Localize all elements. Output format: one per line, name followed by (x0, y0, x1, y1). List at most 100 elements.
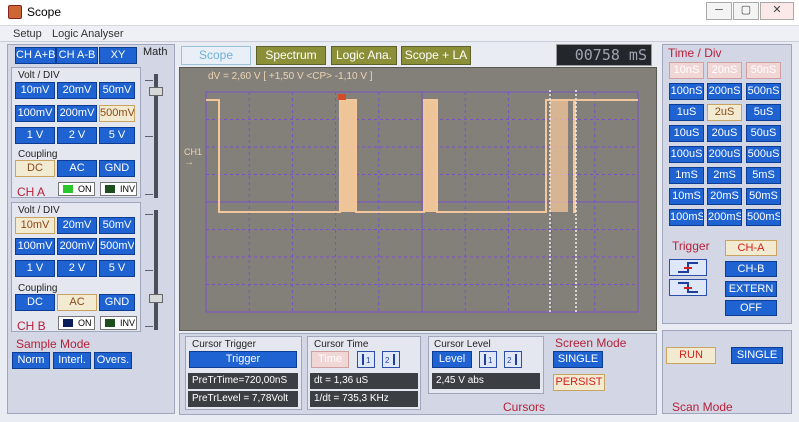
timediv-200us[interactable]: 200uS (707, 146, 742, 163)
cha-inv-toggle[interactable]: INV (100, 182, 137, 196)
sample-norm-button[interactable]: Norm (12, 352, 50, 369)
cha-volt-1v[interactable]: 1 V (15, 127, 55, 144)
screen-persist-button[interactable]: PERSIST (553, 374, 605, 391)
cha-volt-5v[interactable]: 5 V (99, 127, 135, 144)
mode-xy-button[interactable]: XY (99, 47, 137, 64)
timediv-2ms[interactable]: 2mS (707, 167, 742, 184)
close-button[interactable]: ✕ (760, 2, 794, 20)
cha-offset-knob[interactable] (149, 87, 163, 96)
sample-mode-label: Sample Mode (16, 337, 91, 351)
chb-offset-slider[interactable] (154, 210, 158, 330)
timediv-20us[interactable]: 20uS (707, 125, 742, 142)
cursor-1-icon: 1 (362, 354, 371, 365)
timediv-100us[interactable]: 100uS (669, 146, 704, 163)
maximize-button[interactable]: ▢ (733, 2, 759, 20)
tab-scope-la[interactable]: Scope + LA (401, 46, 471, 65)
scan-run-button[interactable]: RUN (666, 347, 716, 364)
timediv-50ms[interactable]: 50mS (746, 188, 781, 205)
tab-spectrum[interactable]: Spectrum (256, 46, 326, 65)
timediv-10ns[interactable]: 10nS (669, 62, 704, 79)
timediv-5ms[interactable]: 5mS (746, 167, 781, 184)
mode-cha-minus-b-button[interactable]: CH A-B (56, 47, 98, 64)
trigger-rising-edge-button[interactable] (669, 259, 707, 276)
math-label: Math (143, 46, 168, 58)
cursor-level-2-button[interactable]: 2 (504, 351, 522, 368)
timediv-100ms[interactable]: 100mS (669, 209, 704, 226)
menu-logic-analyser[interactable]: Logic Analyser (52, 28, 124, 40)
timediv-20ns[interactable]: 20nS (707, 62, 742, 79)
cha-volt-50mv[interactable]: 50mV (99, 82, 135, 99)
scope-plot[interactable] (180, 68, 656, 330)
cha-volt-200mv[interactable]: 200mV (57, 105, 97, 122)
cursor-time-2-button[interactable]: 2 (382, 351, 400, 368)
trigger-chb-button[interactable]: CH-B (725, 261, 777, 277)
screen-single-button[interactable]: SINGLE (553, 351, 603, 368)
chb-coupling-gnd[interactable]: GND (99, 294, 135, 311)
timediv-20ms[interactable]: 20mS (707, 188, 742, 205)
chb-coupling-ac[interactable]: AC (57, 294, 97, 311)
cursor-time-button[interactable]: Time (311, 351, 349, 368)
tab-logic-analyser[interactable]: Logic Ana. (331, 46, 397, 65)
cursor-time-1-button[interactable]: 1 (357, 351, 375, 368)
timediv-200ms[interactable]: 200mS (707, 209, 742, 226)
chb-coupling-dc[interactable]: DC (15, 294, 55, 311)
trigger-extern-button[interactable]: EXTERN (725, 281, 777, 297)
tab-scope[interactable]: Scope (181, 46, 251, 65)
timediv-500ns[interactable]: 500nS (746, 83, 781, 100)
timediv-200ns[interactable]: 200nS (707, 83, 742, 100)
chb-volt-20mv[interactable]: 20mV (57, 217, 97, 234)
timediv-5us[interactable]: 5uS (746, 104, 781, 121)
cha-on-toggle[interactable]: ON (58, 182, 95, 196)
scan-single-button[interactable]: SINGLE (731, 347, 783, 364)
timediv-2us[interactable]: 2uS (707, 104, 742, 121)
chb-offset-knob[interactable] (149, 294, 163, 303)
chb-volt-100mv[interactable]: 100mV (15, 238, 55, 255)
chb-volt-50mv[interactable]: 50mV (99, 217, 135, 234)
app-icon (8, 5, 22, 19)
pretrlevel-readout: PreTrLevel = 7,78Volt (188, 391, 298, 407)
svg-text:2: 2 (507, 356, 512, 365)
cha-coupling-ac[interactable]: AC (57, 160, 97, 177)
cha-coupling-label: Coupling (18, 149, 58, 160)
timediv-50us[interactable]: 50uS (746, 125, 781, 142)
timediv-500ms[interactable]: 500mS (746, 209, 781, 226)
chb-volt-200mv[interactable]: 200mV (57, 238, 97, 255)
svg-text:2: 2 (385, 356, 390, 365)
timediv-500us[interactable]: 500uS (746, 146, 781, 163)
timediv-100ns[interactable]: 100nS (669, 83, 704, 100)
mode-cha-plus-b-button[interactable]: CH A+B (15, 47, 56, 64)
cursor-level-button[interactable]: Level (432, 351, 472, 368)
trigger-cha-button[interactable]: CH-A (725, 240, 777, 256)
cha-inv-indicator (105, 185, 115, 193)
sample-interl-button[interactable]: Interl. (53, 352, 91, 369)
cha-volt-20mv[interactable]: 20mV (57, 82, 97, 99)
cha-volt-2v[interactable]: 2 V (57, 127, 97, 144)
chb-volt-2v[interactable]: 2 V (57, 260, 97, 277)
chb-on-toggle[interactable]: ON (58, 316, 95, 330)
minimize-button[interactable]: ─ (706, 2, 732, 20)
cha-volt-10mv[interactable]: 10mV (15, 82, 55, 99)
cha-inv-label: INV (120, 184, 136, 194)
cha-volt-500mv[interactable]: 500mV (99, 105, 135, 122)
svg-text:1: 1 (366, 356, 371, 365)
timediv-10ms[interactable]: 10mS (669, 188, 704, 205)
cha-coupling-dc[interactable]: DC (15, 160, 55, 177)
cursor-level-1-button[interactable]: 1 (479, 351, 497, 368)
chb-inv-toggle[interactable]: INV (100, 316, 137, 330)
cursor-trigger-button[interactable]: Trigger (189, 351, 297, 368)
chb-volt-10mv[interactable]: 10mV (15, 217, 55, 234)
chb-volt-5v[interactable]: 5 V (99, 260, 135, 277)
chb-volt-500mv[interactable]: 500mV (99, 238, 135, 255)
trigger-falling-edge-button[interactable] (669, 279, 707, 296)
chb-volt-1v[interactable]: 1 V (15, 260, 55, 277)
cha-coupling-gnd[interactable]: GND (99, 160, 135, 177)
timediv-10us[interactable]: 10uS (669, 125, 704, 142)
trigger-off-button[interactable]: OFF (725, 300, 777, 316)
timediv-50ns[interactable]: 50nS (746, 62, 781, 79)
menu-setup[interactable]: Setup (13, 28, 42, 40)
timediv-label: Time / Div (668, 46, 722, 60)
timediv-1ms[interactable]: 1mS (669, 167, 704, 184)
sample-overs-button[interactable]: Overs. (94, 352, 132, 369)
timediv-1us[interactable]: 1uS (669, 104, 704, 121)
cha-volt-100mv[interactable]: 100mV (15, 105, 55, 122)
